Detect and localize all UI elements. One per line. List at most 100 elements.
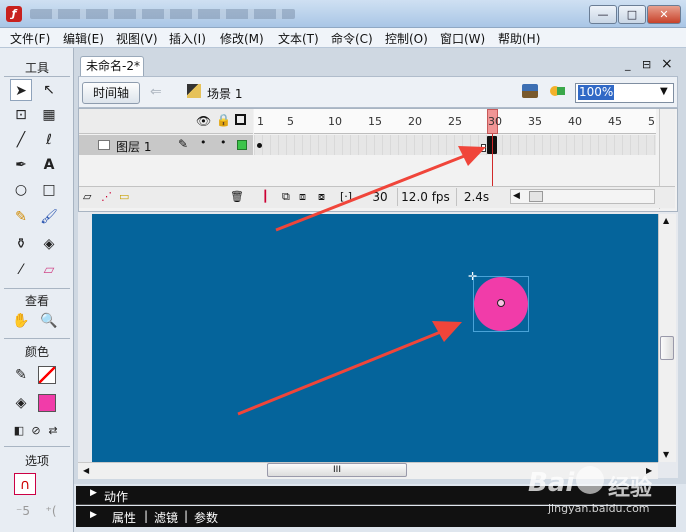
actions-panel-label[interactable]: 动作 [104,488,128,505]
subselection-tool-icon[interactable]: ↖ [38,79,60,101]
paint-bucket-tool-icon[interactable]: ◈ [38,233,60,255]
menu-window[interactable]: 窗口(W) [440,30,485,47]
timeline-horizontal-scrollbar[interactable]: ◀ [510,189,655,204]
keyframe-start[interactable] [257,143,262,148]
menu-commands[interactable]: 命令(C) [331,30,373,47]
filters-tab[interactable]: 滤镜 [154,509,178,526]
stage-horizontal-thumb[interactable]: III [267,463,407,477]
gradient-transform-tool-icon[interactable]: ▦ [38,104,60,126]
outline-square-icon[interactable] [235,114,246,125]
menu-file[interactable]: 文件(F) [10,30,50,47]
scroll-thumb[interactable] [529,191,543,202]
rectangle-tool-icon[interactable]: □ [38,179,60,201]
layer-visible-dot[interactable]: • [200,136,207,149]
eye-icon[interactable]: 👁 [196,114,211,128]
scroll-up-icon[interactable]: ▲ [663,216,669,225]
scene-breadcrumb[interactable]: 场景 1 [207,85,242,102]
layer-outline-box[interactable] [237,140,247,150]
layer-name[interactable]: 图层 1 [116,138,151,155]
maximize-button[interactable]: □ [618,5,646,24]
frames-row[interactable] [254,135,656,155]
edit-scene-icon[interactable] [522,84,538,98]
eyedropper-tool-icon[interactable]: ⁄ [10,259,32,281]
properties-tab[interactable]: 属性 [112,509,136,526]
zoom-tool-icon[interactable]: 🔍 [38,310,60,332]
add-folder-icon[interactable]: ▭ [119,191,133,203]
document-tab[interactable]: 未命名-2* [80,56,144,76]
parameters-tab[interactable]: 参数 [194,509,218,526]
close-button[interactable]: ✕ [647,5,681,24]
chevron-down-icon[interactable]: ▼ [660,86,668,97]
options-section-label: 选项 [24,454,49,468]
pencil-tool-icon[interactable]: ✎ [10,206,32,228]
eraser-tool-icon[interactable]: ▱ [38,259,60,281]
toolbox-title: 工具 [24,61,49,75]
scroll-left-icon[interactable]: ◀ [83,466,89,475]
lasso-tool-icon[interactable]: ℓ [38,129,60,151]
selection-tool-icon[interactable]: ➤ [10,79,32,101]
expand-arrow-icon[interactable]: ▶ [90,488,97,498]
scroll-down-icon[interactable]: ▼ [663,450,669,459]
document-minimize-icon[interactable]: _ [625,58,631,71]
oval-tool-icon[interactable]: ○ [10,179,32,201]
menu-bar: 文件(F) 编辑(E) 视图(V) 插入(I) 修改(M) 文本(T) 命令(C… [0,28,686,48]
end-frame-marker[interactable] [481,144,486,152]
add-guide-layer-icon[interactable]: ⋰ [101,191,115,203]
stage-canvas[interactable] [92,214,658,462]
snap-magnet-icon[interactable]: ∩ [14,473,36,495]
lock-icon[interactable]: 🔒 [216,113,231,127]
toolbox-divider [4,338,70,339]
menu-modify[interactable]: 修改(M) [220,30,264,47]
document-close-icon[interactable]: × [661,56,673,72]
scroll-left-icon[interactable]: ◀ [513,191,520,201]
menu-edit[interactable]: 编辑(E) [63,30,104,47]
transform-point[interactable] [497,299,505,307]
menu-view[interactable]: 视图(V) [116,30,158,47]
brush-tool-icon[interactable]: 🖌 [38,206,60,228]
ruler-tick: 40 [568,115,582,128]
watermark-brand-2: 经验 [608,476,653,501]
zoom-value[interactable]: 100% [578,85,615,100]
stroke-color-swatch[interactable] [38,366,56,384]
pen-tool-icon[interactable]: ✒ [10,154,32,176]
swap-colors-icon[interactable]: ⇄ [42,420,64,442]
menu-control[interactable]: 控制(O) [385,30,428,47]
add-layer-icon[interactable]: ▱ [83,191,97,203]
ruler-tick: 15 [368,115,382,128]
tab-separator: | [184,509,189,523]
tab-separator: | [144,509,149,523]
toolbox-panel: 工具 ➤ ↖ ⊡ ▦ ╱ ℓ ✒ A ○ □ ✎ 🖌 ⚱ ◈ ⁄ ▱ 查看 ✋ … [0,48,74,532]
menu-text[interactable]: 文本(T) [278,30,319,47]
document-restore-icon[interactable]: ⊟ [642,58,651,71]
fill-color-swatch[interactable] [38,394,56,412]
timeline-toggle-button[interactable]: 时间轴 [82,82,140,104]
fill-color-bucket-icon: ◈ [15,395,27,411]
layer-lock-dot[interactable]: • [220,136,227,149]
expand-arrow-icon[interactable]: ▶ [90,510,97,520]
ruler-tick: 25 [448,115,462,128]
delete-layer-icon[interactable]: 🗑 [230,191,244,203]
text-tool-icon[interactable]: A [38,154,60,176]
menu-insert[interactable]: 插入(I) [169,30,206,47]
stage-vertical-thumb[interactable] [660,336,674,360]
toolbox-divider [4,446,70,447]
edit-multiple-frames-icon[interactable]: ⧇ [318,191,332,203]
hand-tool-icon[interactable]: ✋ [10,310,32,332]
ink-bottle-tool-icon[interactable]: ⚱ [10,233,32,255]
onion-outline-icon[interactable]: ⧈ [299,191,313,203]
layer-page-icon [98,140,110,150]
blurred-window-title [30,9,295,19]
menu-help[interactable]: 帮助(H) [498,30,540,47]
minimize-button[interactable]: — [589,5,617,24]
smooth-icon[interactable]: ⁻5 [12,500,34,522]
onion-skin-icon[interactable]: ⧉ [282,191,296,203]
straighten-icon[interactable]: ⁺( [40,500,62,522]
modify-markers-icon[interactable]: [·] [340,191,354,203]
scene-clapper-icon [187,84,201,98]
frame-rate-field[interactable]: 12.0 fps [397,188,453,206]
center-frame-icon[interactable]: ┃ [262,191,276,203]
edit-symbols-icon[interactable] [549,83,567,99]
line-tool-icon[interactable]: ╱ [10,129,32,151]
free-transform-tool-icon[interactable]: ⊡ [10,104,32,126]
back-arrow-icon[interactable]: ⇐ [150,84,162,100]
